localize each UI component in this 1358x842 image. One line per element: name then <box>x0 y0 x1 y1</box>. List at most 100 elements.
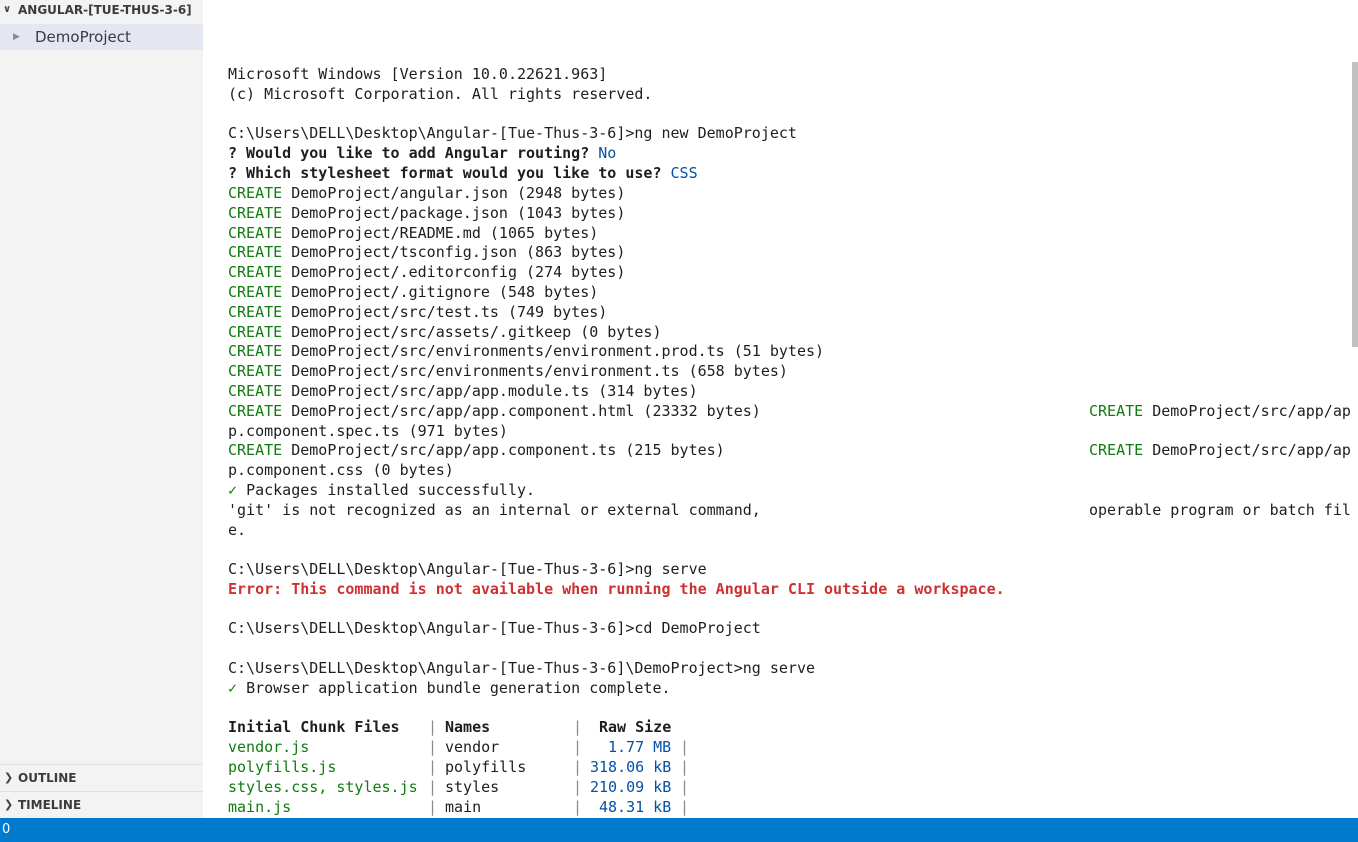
create-line: CREATE DemoProject/src/app/app.module.ts… <box>228 381 698 401</box>
create-line: CREATE DemoProject/src/environments/envi… <box>228 361 788 381</box>
table-cell-name: polyfills <box>445 758 527 776</box>
create-keyword: CREATE <box>228 263 283 281</box>
outline-label: OUTLINE <box>18 771 77 785</box>
table-cell-name: styles <box>445 778 500 796</box>
table-separator: | <box>573 778 583 796</box>
create-keyword: CREATE <box>228 204 283 222</box>
create-keyword: CREATE <box>228 224 283 242</box>
table-separator: | <box>680 758 690 776</box>
chevron-right-icon: ❯ <box>4 798 14 811</box>
create-line: CREATE DemoProject/README.md (1065 bytes… <box>228 223 598 243</box>
table-separator: | <box>428 778 438 796</box>
tree-item-demoproject[interactable]: ▶ DemoProject <box>0 24 203 50</box>
create-path: DemoProject/README.md (1065 bytes) <box>291 224 599 242</box>
create-path: DemoProject/.gitignore (548 bytes) <box>291 283 599 301</box>
create-keyword: CREATE <box>228 362 283 380</box>
question-text: ? Which stylesheet format would you like… <box>228 164 662 182</box>
table-cell-file: polyfills.js <box>228 758 337 776</box>
error-message: Error: This command is not available whe… <box>228 580 1005 598</box>
terminal-prompt: C:\Users\DELL\Desktop\Angular-[Tue-Thus-… <box>228 659 815 677</box>
table-separator: | <box>428 718 438 736</box>
create-path: DemoProject/src/app/ap <box>1152 441 1351 459</box>
create-keyword: CREATE <box>228 441 283 459</box>
create-line: CREATE DemoProject/src/app/app.component… <box>228 440 725 460</box>
create-keyword: CREATE <box>228 323 283 341</box>
create-line: CREATE DemoProject/.gitignore (548 bytes… <box>228 282 598 302</box>
table-separator: | <box>573 798 583 816</box>
git-error-continuation: e. <box>228 521 247 539</box>
git-error-line-wrapped: operable program or batch fil <box>1089 501 1351 519</box>
create-path: DemoProject/src/app/app.component.html (… <box>291 402 761 420</box>
wrapped-continuation: p.component.css (0 bytes) <box>228 461 454 479</box>
create-path: DemoProject/src/app/app.module.ts (314 b… <box>291 382 698 400</box>
table-cell-size: 210.09 kB <box>590 778 672 796</box>
terminal-prompt: C:\Users\DELL\Desktop\Angular-[Tue-Thus-… <box>228 124 797 142</box>
table-separator: | <box>680 798 690 816</box>
question-answer: No <box>598 144 617 162</box>
create-line: CREATE DemoProject/angular.json (2948 by… <box>228 183 625 203</box>
create-keyword: CREATE <box>228 402 283 420</box>
create-path: DemoProject/src/app/ap <box>1152 402 1351 420</box>
create-path: DemoProject/.editorconfig (274 bytes) <box>291 263 626 281</box>
table-separator: | <box>573 758 583 776</box>
explorer-folder-header[interactable]: ∨ ANGULAR-[TUE-THUS-3-6] <box>0 0 203 22</box>
checkmark-icon: ✓ <box>228 679 238 697</box>
terminal-prompt: C:\Users\DELL\Desktop\Angular-[Tue-Thus-… <box>228 619 761 637</box>
success-text: Packages installed successfully. <box>246 481 536 499</box>
create-keyword: CREATE <box>228 382 283 400</box>
table-cell-file: vendor.js <box>228 738 310 756</box>
terminal-line: (c) Microsoft Corporation. All rights re… <box>228 85 653 103</box>
terminal-prompt: C:\Users\DELL\Desktop\Angular-[Tue-Thus-… <box>228 560 707 578</box>
create-line: CREATE DemoProject/src/assets/.gitkeep (… <box>228 322 661 342</box>
terminal-output[interactable]: Microsoft Windows [Version 10.0.22621.96… <box>228 64 1352 818</box>
create-path: DemoProject/src/test.ts (749 bytes) <box>291 303 608 321</box>
tree-item-label: DemoProject <box>35 28 131 46</box>
folder-title: ANGULAR-[TUE-THUS-3-6] <box>18 3 192 17</box>
create-line: CREATE DemoProject/src/app/app.component… <box>228 401 761 421</box>
table-cell-size: 318.06 kB <box>590 758 672 776</box>
table-separator: | <box>680 738 690 756</box>
create-keyword: CREATE <box>228 283 283 301</box>
create-line: CREATE DemoProject/tsconfig.json (863 by… <box>228 242 625 262</box>
table-cell-size: 48.31 kB <box>599 798 672 816</box>
table-separator: | <box>573 718 583 736</box>
terminal-question: ? Would you like to add Angular routing?… <box>228 143 616 163</box>
create-line-wrapped: CREATE DemoProject/src/app/ap <box>1089 401 1351 421</box>
question-answer: CSS <box>670 164 698 182</box>
table-cell-size: 1.77 MB <box>608 738 672 756</box>
create-path: DemoProject/src/app/app.component.ts (21… <box>291 441 725 459</box>
terminal-scrollbar[interactable] <box>1352 62 1358 347</box>
terminal-question: ? Which stylesheet format would you like… <box>228 163 698 183</box>
git-error-line: 'git' is not recognized as an internal o… <box>228 501 761 519</box>
create-line-wrapped: CREATE DemoProject/src/app/ap <box>1089 440 1351 460</box>
checkmark-icon: ✓ <box>228 481 238 499</box>
timeline-section[interactable]: ❯ TIMELINE <box>0 791 203 818</box>
table-separator: | <box>680 778 690 796</box>
table-separator: | <box>428 758 438 776</box>
create-path: DemoProject/src/environments/environment… <box>291 342 825 360</box>
chevron-right-icon: ❯ <box>4 771 14 784</box>
create-keyword: CREATE <box>228 303 283 321</box>
table-cell-name: vendor <box>445 738 500 756</box>
create-keyword: CREATE <box>228 243 283 261</box>
create-path: DemoProject/src/environments/environment… <box>291 362 788 380</box>
table-header-files: Initial Chunk Files <box>228 718 400 736</box>
bundle-line: ✓ Browser application bundle generation … <box>228 678 671 698</box>
create-line: CREATE DemoProject/.editorconfig (274 by… <box>228 262 625 282</box>
create-line: CREATE DemoProject/src/test.ts (749 byte… <box>228 302 607 322</box>
create-line: CREATE DemoProject/src/environments/envi… <box>228 341 824 361</box>
create-path: DemoProject/src/assets/.gitkeep (0 bytes… <box>291 323 662 341</box>
timeline-label: TIMELINE <box>18 798 82 812</box>
table-header-names: Names <box>445 718 491 736</box>
status-problems-count[interactable]: 0 <box>2 818 10 842</box>
bundle-text: Browser application bundle generation co… <box>246 679 671 697</box>
create-keyword: CREATE <box>1089 441 1144 459</box>
table-separator: | <box>428 738 438 756</box>
table-cell-file: main.js <box>228 798 292 816</box>
explorer-sidebar: ∨ ANGULAR-[TUE-THUS-3-6] ▶ DemoProject ❯… <box>0 0 203 818</box>
table-cell-name: main <box>445 798 482 816</box>
create-line: CREATE DemoProject/package.json (1043 by… <box>228 203 625 223</box>
outline-section[interactable]: ❯ OUTLINE <box>0 764 203 791</box>
wrapped-continuation: p.component.spec.ts (971 bytes) <box>228 422 508 440</box>
create-keyword: CREATE <box>1089 402 1144 420</box>
